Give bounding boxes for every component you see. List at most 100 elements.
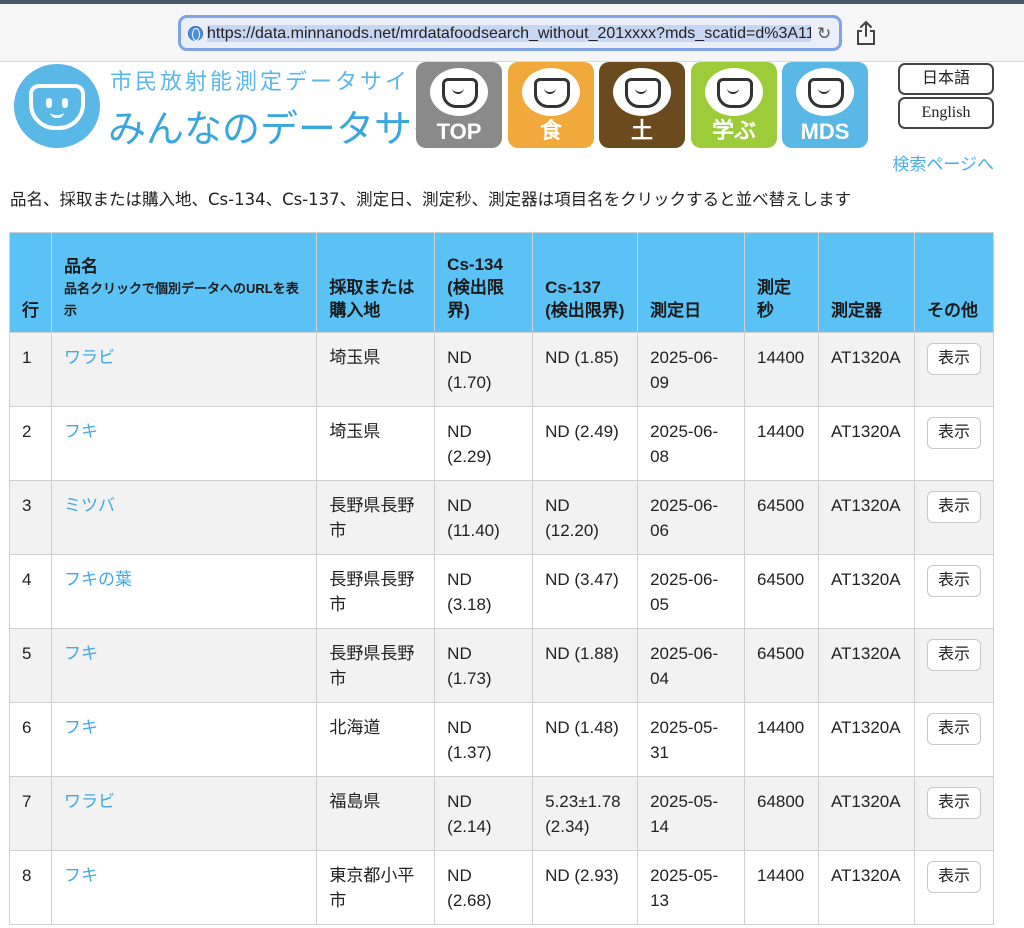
show-button[interactable]: 表示 bbox=[926, 565, 981, 597]
nav-soil-button[interactable]: 土 bbox=[599, 62, 685, 148]
cell-date: 2025-05-31 bbox=[637, 702, 745, 777]
show-button[interactable]: 表示 bbox=[926, 343, 981, 375]
globe-icon bbox=[188, 26, 203, 41]
cell-cs134: ND (2.68) bbox=[434, 850, 534, 925]
cell-cs137: ND (3.47) bbox=[532, 554, 639, 629]
nav-food-label: 食 bbox=[539, 118, 562, 143]
mascot-icon bbox=[14, 64, 100, 148]
cell-cs134: ND (1.70) bbox=[434, 332, 534, 407]
header-date[interactable]: 測定日 bbox=[637, 232, 745, 333]
table-row: 7 ワラビ 福島県 ND (2.14) 5.23±1.78 (2.34) 202… bbox=[9, 776, 995, 851]
cell-cs137: ND (2.49) bbox=[532, 406, 639, 481]
nav-top-label: TOP bbox=[436, 119, 482, 144]
cell-cs134: ND (1.73) bbox=[434, 628, 534, 703]
cell-date: 2025-06-08 bbox=[637, 406, 745, 481]
header-seconds[interactable]: 測定秒 bbox=[743, 232, 819, 333]
header-name[interactable]: 品名 品名クリックで個別データへのURLを表示 bbox=[50, 232, 318, 333]
cell-place: 福島県 bbox=[316, 776, 436, 851]
header-name-label[interactable]: 品名 bbox=[64, 257, 98, 276]
results-table: 行 品名 品名クリックで個別データへのURLを表示 採取または購入地 Cs-13… bbox=[9, 232, 995, 925]
cell-cs134: ND (11.40) bbox=[434, 480, 534, 555]
cell-device: AT1320A bbox=[817, 332, 915, 407]
table-row: 2 フキ 埼玉県 ND (2.29) ND (2.49) 2025-06-08 … bbox=[9, 406, 995, 481]
site-logo[interactable]: 市民放射能測定データサイト みんなのデータサイト bbox=[14, 62, 488, 151]
cell-seconds: 14400 bbox=[743, 332, 819, 407]
show-button[interactable]: 表示 bbox=[926, 639, 981, 671]
cell-seconds: 14400 bbox=[743, 702, 819, 777]
cell-place: 埼玉県 bbox=[316, 406, 436, 481]
cell-place: 北海道 bbox=[316, 702, 436, 777]
table-row: 1 ワラビ 埼玉県 ND (1.70) ND (1.85) 2025-06-09… bbox=[9, 332, 995, 407]
cell-cs137: ND (2.93) bbox=[532, 850, 639, 925]
table-row: 8 フキ 東京都小平市 ND (2.68) ND (2.93) 2025-05-… bbox=[9, 850, 995, 925]
cell-row-no: 1 bbox=[9, 332, 52, 407]
cell-date: 2025-05-14 bbox=[637, 776, 745, 851]
cell-device: AT1320A bbox=[817, 776, 915, 851]
item-name-link[interactable]: ワラビ bbox=[64, 792, 115, 811]
cell-row-no: 3 bbox=[9, 480, 52, 555]
nav-learn-button[interactable]: 学ぶ bbox=[691, 62, 777, 148]
cell-cs134: ND (2.14) bbox=[434, 776, 534, 851]
header-place[interactable]: 採取または購入地 bbox=[316, 232, 436, 333]
cell-row-no: 4 bbox=[9, 554, 52, 629]
nav-mds-button[interactable]: MDS bbox=[782, 62, 868, 148]
nav-learn-label: 学ぶ bbox=[711, 118, 756, 143]
search-page-link[interactable]: 検索ページへ bbox=[892, 150, 994, 175]
item-name-link[interactable]: フキの葉 bbox=[64, 570, 132, 589]
logo-subtitle: 市民放射能測定データサイト bbox=[110, 69, 436, 94]
cell-place: 長野県長野市 bbox=[316, 628, 436, 703]
header-cs137[interactable]: Cs-137 (検出限界) bbox=[532, 232, 639, 333]
sort-notice: 品名、採取または購入地、Cs-134、Cs-137、測定日、測定秒、測定器は項目… bbox=[10, 190, 852, 209]
item-name-link[interactable]: フキ bbox=[64, 422, 98, 441]
header-row-no: 行 bbox=[9, 232, 52, 333]
cell-device: AT1320A bbox=[817, 480, 915, 555]
cell-seconds: 14400 bbox=[743, 406, 819, 481]
header-cs134[interactable]: Cs-134 (検出限界) bbox=[434, 232, 534, 333]
english-button[interactable]: English bbox=[898, 97, 994, 129]
cell-cs134: ND (1.37) bbox=[434, 702, 534, 777]
item-name-link[interactable]: フキ bbox=[64, 718, 98, 737]
show-button[interactable]: 表示 bbox=[926, 787, 981, 819]
table-row: 5 フキ 長野県長野市 ND (1.73) ND (1.88) 2025-06-… bbox=[9, 628, 995, 703]
cell-row-no: 6 bbox=[9, 702, 52, 777]
browser-toolbar: https://data.minnanods.net/mrdatafoodsea… bbox=[0, 0, 1024, 62]
show-button[interactable]: 表示 bbox=[926, 713, 981, 745]
address-bar[interactable]: https://data.minnanods.net/mrdatafoodsea… bbox=[178, 15, 842, 51]
cell-place: 長野県長野市 bbox=[316, 480, 436, 555]
cup-icon bbox=[613, 68, 671, 116]
item-name-link[interactable]: フキ bbox=[64, 866, 98, 885]
item-name-link[interactable]: フキ bbox=[64, 644, 98, 663]
cup-icon bbox=[430, 68, 488, 116]
nav-food-button[interactable]: 食 bbox=[508, 62, 594, 148]
url-text: https://data.minnanods.net/mrdatafoodsea… bbox=[207, 25, 811, 42]
cup-icon bbox=[522, 68, 580, 116]
cell-place: 埼玉県 bbox=[316, 332, 436, 407]
cell-date: 2025-06-06 bbox=[637, 480, 745, 555]
cell-row-no: 8 bbox=[9, 850, 52, 925]
header-device[interactable]: 測定器 bbox=[817, 232, 915, 333]
show-button[interactable]: 表示 bbox=[926, 417, 981, 449]
window-edge bbox=[0, 0, 1024, 4]
cell-cs137: ND (1.88) bbox=[532, 628, 639, 703]
show-button[interactable]: 表示 bbox=[926, 861, 981, 893]
cell-date: 2025-06-04 bbox=[637, 628, 745, 703]
share-icon[interactable] bbox=[855, 20, 877, 46]
japanese-button[interactable]: 日本語 bbox=[898, 63, 994, 95]
cell-date: 2025-06-05 bbox=[637, 554, 745, 629]
show-button[interactable]: 表示 bbox=[926, 491, 981, 523]
cell-seconds: 64500 bbox=[743, 480, 819, 555]
cell-row-no: 7 bbox=[9, 776, 52, 851]
reload-icon[interactable]: ↻ bbox=[817, 24, 831, 44]
nav-top-button[interactable]: TOP bbox=[416, 62, 502, 148]
cell-device: AT1320A bbox=[817, 554, 915, 629]
cell-date: 2025-05-13 bbox=[637, 850, 745, 925]
item-name-link[interactable]: ミツバ bbox=[64, 496, 115, 515]
table-header-row: 行 品名 品名クリックで個別データへのURLを表示 採取または購入地 Cs-13… bbox=[9, 232, 995, 333]
cell-cs134: ND (2.29) bbox=[434, 406, 534, 481]
cell-device: AT1320A bbox=[817, 406, 915, 481]
item-name-link[interactable]: ワラビ bbox=[64, 348, 115, 367]
cell-row-no: 2 bbox=[9, 406, 52, 481]
cell-cs137: ND (1.48) bbox=[532, 702, 639, 777]
cell-cs134: ND (3.18) bbox=[434, 554, 534, 629]
cup-icon bbox=[705, 68, 763, 116]
